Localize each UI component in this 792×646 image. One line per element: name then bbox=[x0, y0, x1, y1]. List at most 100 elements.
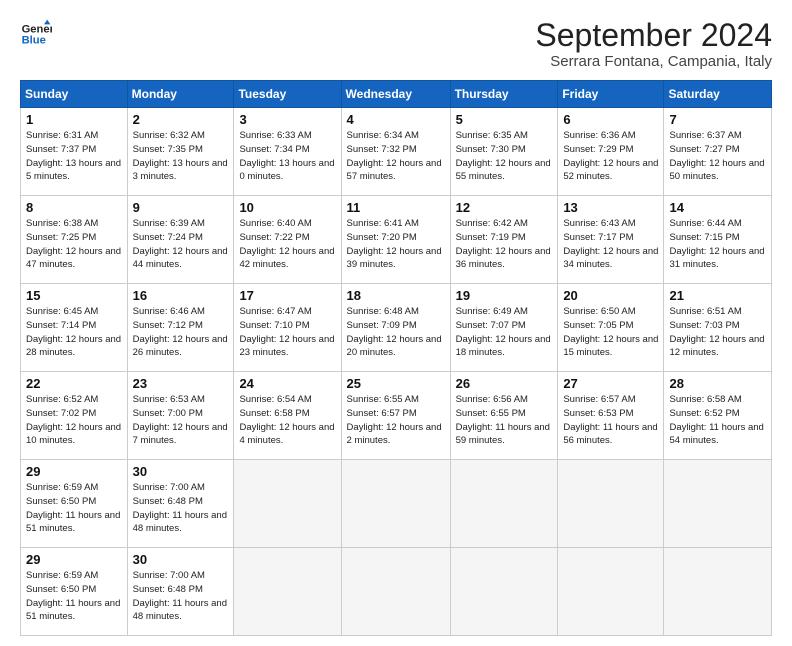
day-number: 24 bbox=[239, 376, 335, 391]
table-row: 13 Sunrise: 6:43 AMSunset: 7:17 PMDaylig… bbox=[558, 196, 664, 284]
day-info: Sunrise: 6:51 AMSunset: 7:03 PMDaylight:… bbox=[669, 306, 764, 358]
col-saturday: Saturday bbox=[664, 81, 772, 108]
table-row: 2 Sunrise: 6:32 AMSunset: 7:35 PMDayligh… bbox=[127, 108, 234, 196]
day-info: Sunrise: 6:38 AMSunset: 7:25 PMDaylight:… bbox=[26, 218, 121, 270]
table-row: 18 Sunrise: 6:48 AMSunset: 7:09 PMDaylig… bbox=[341, 284, 450, 372]
page: General Blue September 2024 Serrara Font… bbox=[0, 0, 792, 646]
day-info: Sunrise: 6:56 AMSunset: 6:55 PMDaylight:… bbox=[456, 394, 550, 446]
day-info: Sunrise: 6:58 AMSunset: 6:52 PMDaylight:… bbox=[669, 394, 763, 446]
day-number: 1 bbox=[26, 112, 122, 127]
day-number: 30 bbox=[133, 464, 229, 479]
table-row: 23 Sunrise: 6:53 AMSunset: 7:00 PMDaylig… bbox=[127, 372, 234, 460]
day-info: Sunrise: 6:42 AMSunset: 7:19 PMDaylight:… bbox=[456, 218, 551, 270]
table-row: 10 Sunrise: 6:40 AMSunset: 7:22 PMDaylig… bbox=[234, 196, 341, 284]
logo-icon: General Blue bbox=[20, 18, 52, 50]
day-info: Sunrise: 6:52 AMSunset: 7:02 PMDaylight:… bbox=[26, 394, 121, 446]
table-row: 24 Sunrise: 6:54 AMSunset: 6:58 PMDaylig… bbox=[234, 372, 341, 460]
table-row bbox=[341, 460, 450, 548]
table-row: 30 Sunrise: 7:00 AMSunset: 6:48 PMDaylig… bbox=[127, 460, 234, 548]
day-number: 6 bbox=[563, 112, 658, 127]
day-info: Sunrise: 6:55 AMSunset: 6:57 PMDaylight:… bbox=[347, 394, 442, 446]
table-row: 4 Sunrise: 6:34 AMSunset: 7:32 PMDayligh… bbox=[341, 108, 450, 196]
day-info: Sunrise: 6:53 AMSunset: 7:00 PMDaylight:… bbox=[133, 394, 228, 446]
header-row: Sunday Monday Tuesday Wednesday Thursday… bbox=[21, 81, 772, 108]
title-area: September 2024 Serrara Fontana, Campania… bbox=[535, 18, 772, 70]
col-monday: Monday bbox=[127, 81, 234, 108]
day-number: 15 bbox=[26, 288, 122, 303]
day-number: 14 bbox=[669, 200, 766, 215]
day-number: 26 bbox=[456, 376, 553, 391]
table-row: 25 Sunrise: 6:55 AMSunset: 6:57 PMDaylig… bbox=[341, 372, 450, 460]
table-row: 29 Sunrise: 6:59 AMSunset: 6:50 PMDaylig… bbox=[21, 548, 128, 636]
day-number: 3 bbox=[239, 112, 335, 127]
day-info: Sunrise: 6:43 AMSunset: 7:17 PMDaylight:… bbox=[563, 218, 658, 270]
day-info: Sunrise: 6:46 AMSunset: 7:12 PMDaylight:… bbox=[133, 306, 228, 358]
day-info: Sunrise: 6:44 AMSunset: 7:15 PMDaylight:… bbox=[669, 218, 764, 270]
table-row bbox=[450, 460, 558, 548]
day-info: Sunrise: 6:50 AMSunset: 7:05 PMDaylight:… bbox=[563, 306, 658, 358]
day-number: 12 bbox=[456, 200, 553, 215]
day-number: 9 bbox=[133, 200, 229, 215]
day-info: Sunrise: 6:32 AMSunset: 7:35 PMDaylight:… bbox=[133, 130, 228, 182]
day-number: 2 bbox=[133, 112, 229, 127]
col-sunday: Sunday bbox=[21, 81, 128, 108]
day-number: 27 bbox=[563, 376, 658, 391]
table-row: 17 Sunrise: 6:47 AMSunset: 7:10 PMDaylig… bbox=[234, 284, 341, 372]
day-info: Sunrise: 6:41 AMSunset: 7:20 PMDaylight:… bbox=[347, 218, 442, 270]
day-info: Sunrise: 7:00 AMSunset: 6:48 PMDaylight:… bbox=[133, 570, 227, 622]
day-info: Sunrise: 6:59 AMSunset: 6:50 PMDaylight:… bbox=[26, 570, 120, 622]
location-title: Serrara Fontana, Campania, Italy bbox=[535, 53, 772, 70]
svg-text:Blue: Blue bbox=[22, 35, 46, 47]
day-info: Sunrise: 6:40 AMSunset: 7:22 PMDaylight:… bbox=[239, 218, 334, 270]
day-number: 18 bbox=[347, 288, 445, 303]
day-info: Sunrise: 6:37 AMSunset: 7:27 PMDaylight:… bbox=[669, 130, 764, 182]
table-row bbox=[234, 548, 341, 636]
table-row: 16 Sunrise: 6:46 AMSunset: 7:12 PMDaylig… bbox=[127, 284, 234, 372]
day-number: 25 bbox=[347, 376, 445, 391]
day-number: 23 bbox=[133, 376, 229, 391]
table-row bbox=[664, 548, 772, 636]
day-number: 20 bbox=[563, 288, 658, 303]
month-title: September 2024 bbox=[535, 18, 772, 53]
day-info: Sunrise: 6:54 AMSunset: 6:58 PMDaylight:… bbox=[239, 394, 334, 446]
day-info: Sunrise: 6:57 AMSunset: 6:53 PMDaylight:… bbox=[563, 394, 657, 446]
day-number: 30 bbox=[133, 552, 229, 567]
day-number: 17 bbox=[239, 288, 335, 303]
day-number: 10 bbox=[239, 200, 335, 215]
day-number: 5 bbox=[456, 112, 553, 127]
table-row: 20 Sunrise: 6:50 AMSunset: 7:05 PMDaylig… bbox=[558, 284, 664, 372]
calendar-table: Sunday Monday Tuesday Wednesday Thursday… bbox=[20, 80, 772, 636]
day-info: Sunrise: 6:45 AMSunset: 7:14 PMDaylight:… bbox=[26, 306, 121, 358]
col-thursday: Thursday bbox=[450, 81, 558, 108]
day-number: 16 bbox=[133, 288, 229, 303]
day-info: Sunrise: 6:48 AMSunset: 7:09 PMDaylight:… bbox=[347, 306, 442, 358]
table-row bbox=[558, 460, 664, 548]
day-info: Sunrise: 6:49 AMSunset: 7:07 PMDaylight:… bbox=[456, 306, 551, 358]
day-number: 29 bbox=[26, 464, 122, 479]
day-info: Sunrise: 6:39 AMSunset: 7:24 PMDaylight:… bbox=[133, 218, 228, 270]
table-row bbox=[450, 548, 558, 636]
table-row bbox=[234, 460, 341, 548]
table-row: 9 Sunrise: 6:39 AMSunset: 7:24 PMDayligh… bbox=[127, 196, 234, 284]
day-info: Sunrise: 6:33 AMSunset: 7:34 PMDaylight:… bbox=[239, 130, 334, 182]
table-row: 21 Sunrise: 6:51 AMSunset: 7:03 PMDaylig… bbox=[664, 284, 772, 372]
table-row: 8 Sunrise: 6:38 AMSunset: 7:25 PMDayligh… bbox=[21, 196, 128, 284]
day-info: Sunrise: 6:36 AMSunset: 7:29 PMDaylight:… bbox=[563, 130, 658, 182]
col-tuesday: Tuesday bbox=[234, 81, 341, 108]
table-row: 28 Sunrise: 6:58 AMSunset: 6:52 PMDaylig… bbox=[664, 372, 772, 460]
table-row: 15 Sunrise: 6:45 AMSunset: 7:14 PMDaylig… bbox=[21, 284, 128, 372]
table-row: 29 Sunrise: 6:59 AMSunset: 6:50 PMDaylig… bbox=[21, 460, 128, 548]
header: General Blue September 2024 Serrara Font… bbox=[20, 18, 772, 70]
table-row: 7 Sunrise: 6:37 AMSunset: 7:27 PMDayligh… bbox=[664, 108, 772, 196]
day-info: Sunrise: 6:34 AMSunset: 7:32 PMDaylight:… bbox=[347, 130, 442, 182]
day-info: Sunrise: 7:00 AMSunset: 6:48 PMDaylight:… bbox=[133, 482, 227, 534]
table-row bbox=[664, 460, 772, 548]
col-friday: Friday bbox=[558, 81, 664, 108]
day-info: Sunrise: 6:47 AMSunset: 7:10 PMDaylight:… bbox=[239, 306, 334, 358]
day-number: 22 bbox=[26, 376, 122, 391]
table-row: 1 Sunrise: 6:31 AMSunset: 7:37 PMDayligh… bbox=[21, 108, 128, 196]
table-row: 26 Sunrise: 6:56 AMSunset: 6:55 PMDaylig… bbox=[450, 372, 558, 460]
logo: General Blue bbox=[20, 18, 52, 50]
day-number: 21 bbox=[669, 288, 766, 303]
table-row: 14 Sunrise: 6:44 AMSunset: 7:15 PMDaylig… bbox=[664, 196, 772, 284]
